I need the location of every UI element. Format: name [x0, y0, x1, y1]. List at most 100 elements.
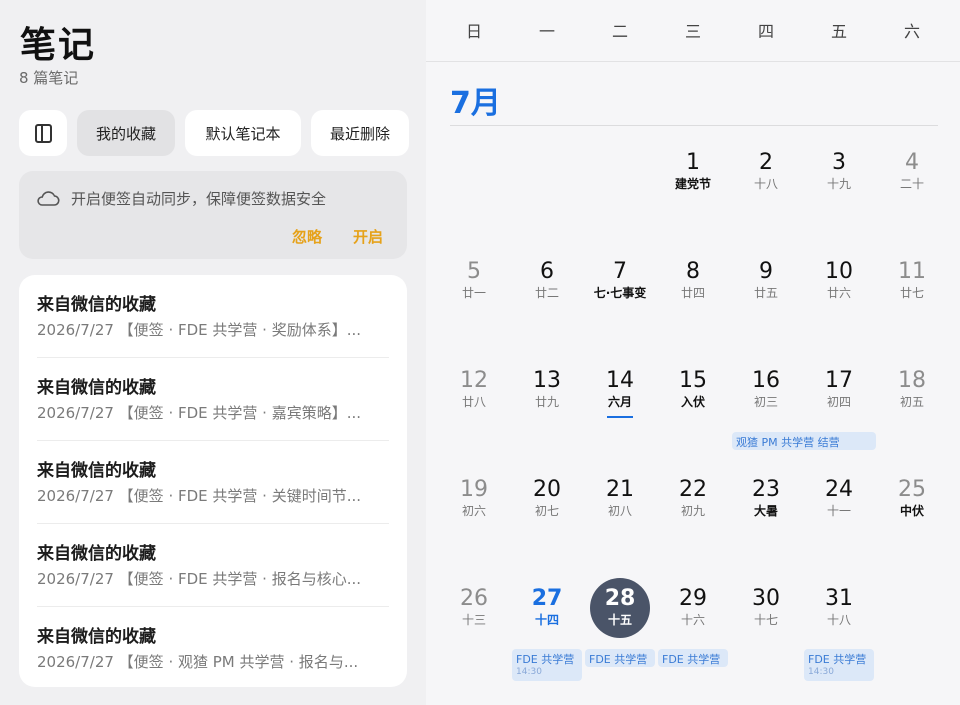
- note-item[interactable]: 来自微信的收藏 2026/7/27 【便签 · FDE 共学营 · 嘉宾策略】.…: [37, 358, 389, 441]
- weekday-label: 三: [684, 22, 701, 41]
- calendar-day[interactable]: 2 十八: [736, 150, 796, 210]
- event-title: 观猹 PM 共学营 结营: [736, 436, 840, 449]
- day-number: 24: [825, 477, 853, 502]
- weekday-label: 六: [903, 22, 920, 41]
- lunar-date: 中伏: [899, 504, 924, 518]
- note-subtitle: 2026/7/27 【便签 · FDE 共学营 · 关键时间节...: [37, 487, 362, 505]
- calendar-day[interactable]: 19 初六: [444, 477, 504, 537]
- day-number: 14: [606, 368, 634, 393]
- calendar-day[interactable]: 15 入伏: [663, 368, 723, 428]
- calendar-day[interactable]: 26 十三: [444, 586, 504, 646]
- lunar-date: 七·七事变: [593, 286, 647, 300]
- day-number: 21: [606, 477, 634, 502]
- lunar-date: 初三: [753, 395, 778, 409]
- calendar-event[interactable]: 观猹 PM 共学营 结营: [732, 432, 876, 450]
- lunar-date: 入伏: [680, 395, 705, 409]
- lunar-date: 十三: [461, 613, 486, 627]
- weekday-label: 日: [465, 22, 482, 41]
- weekday-label: 一: [538, 22, 555, 41]
- note-subtitle: 2026/7/27 【便签 · FDE 共学营 · 嘉宾策略】...: [37, 404, 362, 422]
- sidebar-toggle-button[interactable]: [19, 110, 67, 156]
- calendar-day[interactable]: 31 十八: [809, 586, 869, 646]
- note-item[interactable]: 来自微信的收藏 2026/7/27 【便签 · FDE 共学营 · 报名与核心.…: [37, 524, 389, 607]
- lunar-date: 十八: [753, 177, 778, 191]
- calendar-day[interactable]: 21 初八: [590, 477, 650, 537]
- notebook-tabs: 我的收藏 默认笔记本 最近删除: [19, 110, 409, 156]
- calendar-event[interactable]: FDE 共学营: [658, 649, 728, 667]
- weekday-header: 日一二三四五六: [426, 0, 960, 62]
- calendar-day[interactable]: 8 廿四: [663, 259, 723, 319]
- sync-message: 开启便签自动同步，保障便签数据安全: [71, 190, 327, 208]
- note-list: 来自微信的收藏 2026/7/27 【便签 · FDE 共学营 · 奖励体系】.…: [19, 275, 407, 687]
- day-number: 1: [686, 150, 700, 175]
- app-title: 笔记: [20, 25, 97, 66]
- day-number: 22: [679, 477, 707, 502]
- event-title: FDE 共学营: [808, 653, 867, 666]
- lunar-date: 廿六: [826, 286, 851, 300]
- calendar-day[interactable]: 5 廿一: [444, 259, 504, 319]
- calendar-day[interactable]: 13 廿九: [517, 368, 577, 428]
- day-number: 31: [825, 586, 853, 611]
- lunar-date: 十一: [826, 504, 851, 518]
- calendar-event[interactable]: FDE 共学营 14:30: [512, 649, 582, 681]
- ignore-button[interactable]: 忽略: [292, 226, 322, 247]
- day-number: 5: [467, 259, 481, 284]
- lunar-date: 初六: [461, 504, 486, 518]
- note-item[interactable]: 来自微信的收藏 2026/7/27 【便签 · 观猹 PM 共学营 · 报名与.…: [37, 607, 389, 687]
- note-subtitle: 2026/7/27 【便签 · FDE 共学营 · 报名与核心...: [37, 570, 362, 588]
- month-divider: [450, 125, 938, 126]
- day-number: 13: [533, 368, 561, 393]
- lunar-date: 大暑: [753, 504, 778, 518]
- lunar-date: 廿一: [461, 286, 486, 300]
- day-number: 28: [604, 586, 636, 611]
- day-number: 11: [898, 259, 926, 284]
- day-number: 4: [905, 150, 919, 175]
- month-title: 7月: [450, 86, 501, 121]
- day-number: 27: [531, 586, 563, 611]
- tab-favorites[interactable]: 我的收藏: [77, 110, 175, 156]
- tab-default-notebook[interactable]: 默认笔记本: [185, 110, 301, 156]
- calendar-panel: 日 一 二 三 四 五 六 7月 1 建党节 2 十八 3 十九 4 二十 5 廿一 6 廿二 7 七·七事变 8 廿四 9…: [426, 0, 960, 705]
- calendar-day[interactable]: 18 初五: [882, 368, 942, 428]
- calendar-day[interactable]: 9 廿五: [736, 259, 796, 319]
- calendar-day[interactable]: 25 中伏: [882, 477, 942, 537]
- day-number: 26: [460, 586, 488, 611]
- calendar-day[interactable]: 17 初四: [809, 368, 869, 428]
- calendar-day[interactable]: 30 十七: [736, 586, 796, 646]
- calendar-day[interactable]: 4 二十: [882, 150, 942, 210]
- calendar-day[interactable]: 20 初七: [517, 477, 577, 537]
- note-title: 来自微信的收藏: [37, 544, 156, 564]
- calendar-day[interactable]: 24 十一: [809, 477, 869, 537]
- lunar-date: 初七: [534, 504, 559, 518]
- calendar-day[interactable]: 6 廿二: [517, 259, 577, 319]
- tab-recently-deleted[interactable]: 最近删除: [311, 110, 409, 156]
- calendar-day[interactable]: 23 大暑: [736, 477, 796, 537]
- day-number: 18: [898, 368, 926, 393]
- calendar-day[interactable]: 27 十四: [517, 586, 577, 646]
- day-number: 8: [686, 259, 700, 284]
- calendar-day[interactable]: 14 六月: [590, 368, 650, 428]
- calendar-day[interactable]: 3 十九: [809, 150, 869, 210]
- note-title: 来自微信的收藏: [37, 627, 156, 647]
- calendar-day[interactable]: 10 廿六: [809, 259, 869, 319]
- calendar-day[interactable]: 28 十五: [590, 578, 650, 646]
- calendar-day[interactable]: 1 建党节: [663, 150, 723, 210]
- calendar-event[interactable]: FDE 共学营: [585, 649, 655, 667]
- note-item[interactable]: 来自微信的收藏 2026/7/27 【便签 · FDE 共学营 · 奖励体系】.…: [37, 275, 389, 358]
- cloud-icon: [37, 191, 60, 206]
- calendar-day[interactable]: 12 廿八: [444, 368, 504, 428]
- notes-panel: 笔记 8 篇笔记 我的收藏 默认笔记本 最近删除 开启便签自动同步，保障便签数据…: [0, 0, 426, 705]
- calendar-day[interactable]: 16 初三: [736, 368, 796, 428]
- calendar-event[interactable]: FDE 共学营 14:30: [804, 649, 874, 681]
- calendar-day[interactable]: 29 十六: [663, 586, 723, 646]
- enable-sync-button[interactable]: 开启: [353, 226, 383, 247]
- calendar-day[interactable]: 11 廿七: [882, 259, 942, 319]
- lunar-date: 初八: [607, 504, 632, 518]
- sidebar-panel-icon: [34, 123, 52, 143]
- note-item[interactable]: 来自微信的收藏 2026/7/27 【便签 · FDE 共学营 · 关键时间节.…: [37, 441, 389, 524]
- day-number: 15: [679, 368, 707, 393]
- calendar-day[interactable]: 22 初九: [663, 477, 723, 537]
- weekday-label: 四: [757, 22, 774, 41]
- lunar-date: 廿五: [753, 286, 778, 300]
- calendar-day[interactable]: 7 七·七事变: [590, 259, 650, 319]
